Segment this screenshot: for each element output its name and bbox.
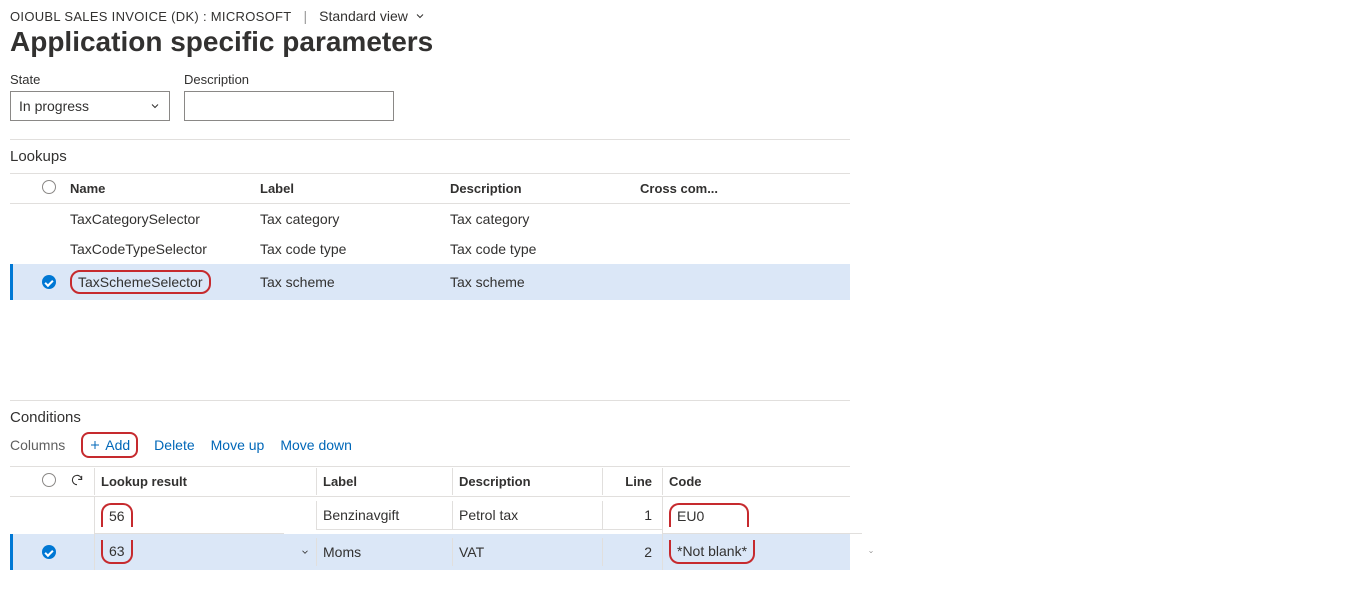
state-label: State (10, 72, 170, 87)
conditions-header-row: Lookup result Label Description Line Cod… (10, 466, 850, 497)
cond-code: EU0 (677, 508, 704, 524)
conditions-toolbar: Columns Add Delete Move up Move down (10, 432, 850, 458)
state-select[interactable]: In progress (10, 91, 170, 121)
row-selected-indicator[interactable] (42, 275, 56, 289)
lookup-name: TaxSchemeSelector (78, 274, 203, 290)
highlight-annotation: Add (81, 432, 138, 458)
col-name[interactable]: Name (64, 175, 254, 202)
breadcrumb-separator: | (300, 8, 312, 24)
highlight-annotation: *Not blank* (669, 540, 755, 564)
move-down-button[interactable]: Move down (280, 437, 352, 453)
add-button[interactable]: Add (89, 437, 130, 453)
cond-result: 63 (109, 543, 125, 559)
lookup-label: Tax category (254, 205, 444, 233)
breadcrumb: OIOUBL SALES INVOICE (DK) : MICROSOFT (10, 9, 292, 24)
lookup-row[interactable]: TaxCodeTypeSelector Tax code type Tax co… (10, 234, 850, 264)
condition-row[interactable]: 56 Benzinavgift Petrol tax 1 EU0 (10, 497, 850, 534)
lookup-cross (634, 213, 774, 225)
cond-line: 2 (602, 538, 662, 566)
lookup-label: Tax scheme (254, 268, 444, 296)
cond-code: *Not blank* (677, 543, 747, 559)
chevron-down-icon[interactable] (300, 547, 310, 557)
cond-label: Benzinavgift (316, 501, 452, 530)
breadcrumb-bar: OIOUBL SALES INVOICE (DK) : MICROSOFT | … (10, 8, 850, 24)
chevron-down-icon (149, 100, 161, 112)
lookup-name: TaxCodeTypeSelector (64, 235, 254, 263)
description-input[interactable] (184, 91, 394, 121)
cond-line: 1 (602, 501, 662, 530)
page-title: Application specific parameters (10, 26, 850, 58)
cond-label: Moms (316, 538, 452, 566)
state-value: In progress (19, 98, 89, 114)
condition-row[interactable]: 63 Moms VAT 2 *Not blank* (10, 534, 850, 570)
col-label[interactable]: Label (316, 468, 452, 495)
view-switcher-label: Standard view (319, 8, 408, 24)
lookups-header-row: Name Label Description Cross com... (10, 173, 850, 204)
lookup-row[interactable]: TaxSchemeSelector Tax scheme Tax scheme (10, 264, 850, 300)
cond-description: VAT (452, 538, 602, 566)
delete-button[interactable]: Delete (154, 437, 194, 453)
col-cross[interactable]: Cross com... (634, 175, 774, 202)
highlight-annotation: 63 (101, 540, 133, 564)
add-label: Add (105, 437, 130, 453)
plus-icon (89, 439, 101, 451)
chevron-down-icon[interactable] (868, 547, 874, 557)
conditions-section-title: Conditions (10, 409, 850, 434)
lookups-section-title: Lookups (10, 148, 850, 173)
col-description[interactable]: Description (452, 468, 602, 495)
chevron-down-icon (414, 10, 426, 22)
highlight-annotation: TaxSchemeSelector (70, 270, 211, 294)
cond-result: 56 (109, 508, 125, 524)
select-all-radio[interactable] (42, 180, 56, 194)
col-description[interactable]: Description (444, 175, 634, 202)
lookup-label: Tax code type (254, 235, 444, 263)
col-lookup-result[interactable]: Lookup result (94, 468, 284, 495)
cond-description: Petrol tax (452, 501, 602, 530)
highlight-annotation: 56 (101, 503, 133, 527)
col-line[interactable]: Line (602, 468, 662, 495)
select-all-radio[interactable] (42, 473, 56, 487)
col-label[interactable]: Label (254, 175, 444, 202)
view-switcher[interactable]: Standard view (319, 8, 426, 24)
description-label: Description (184, 72, 394, 87)
col-code[interactable]: Code (662, 468, 862, 495)
lookup-description: Tax scheme (444, 268, 634, 296)
columns-button[interactable]: Columns (10, 437, 65, 453)
lookup-description: Tax category (444, 205, 634, 233)
lookup-cross (634, 243, 774, 255)
lookup-description: Tax code type (444, 235, 634, 263)
refresh-icon[interactable] (70, 473, 84, 487)
lookup-cross (634, 276, 774, 288)
lookup-row[interactable]: TaxCategorySelector Tax category Tax cat… (10, 204, 850, 234)
lookup-name: TaxCategorySelector (64, 205, 254, 233)
move-up-button[interactable]: Move up (211, 437, 265, 453)
highlight-annotation: EU0 (669, 503, 749, 527)
row-selected-indicator[interactable] (42, 545, 56, 559)
